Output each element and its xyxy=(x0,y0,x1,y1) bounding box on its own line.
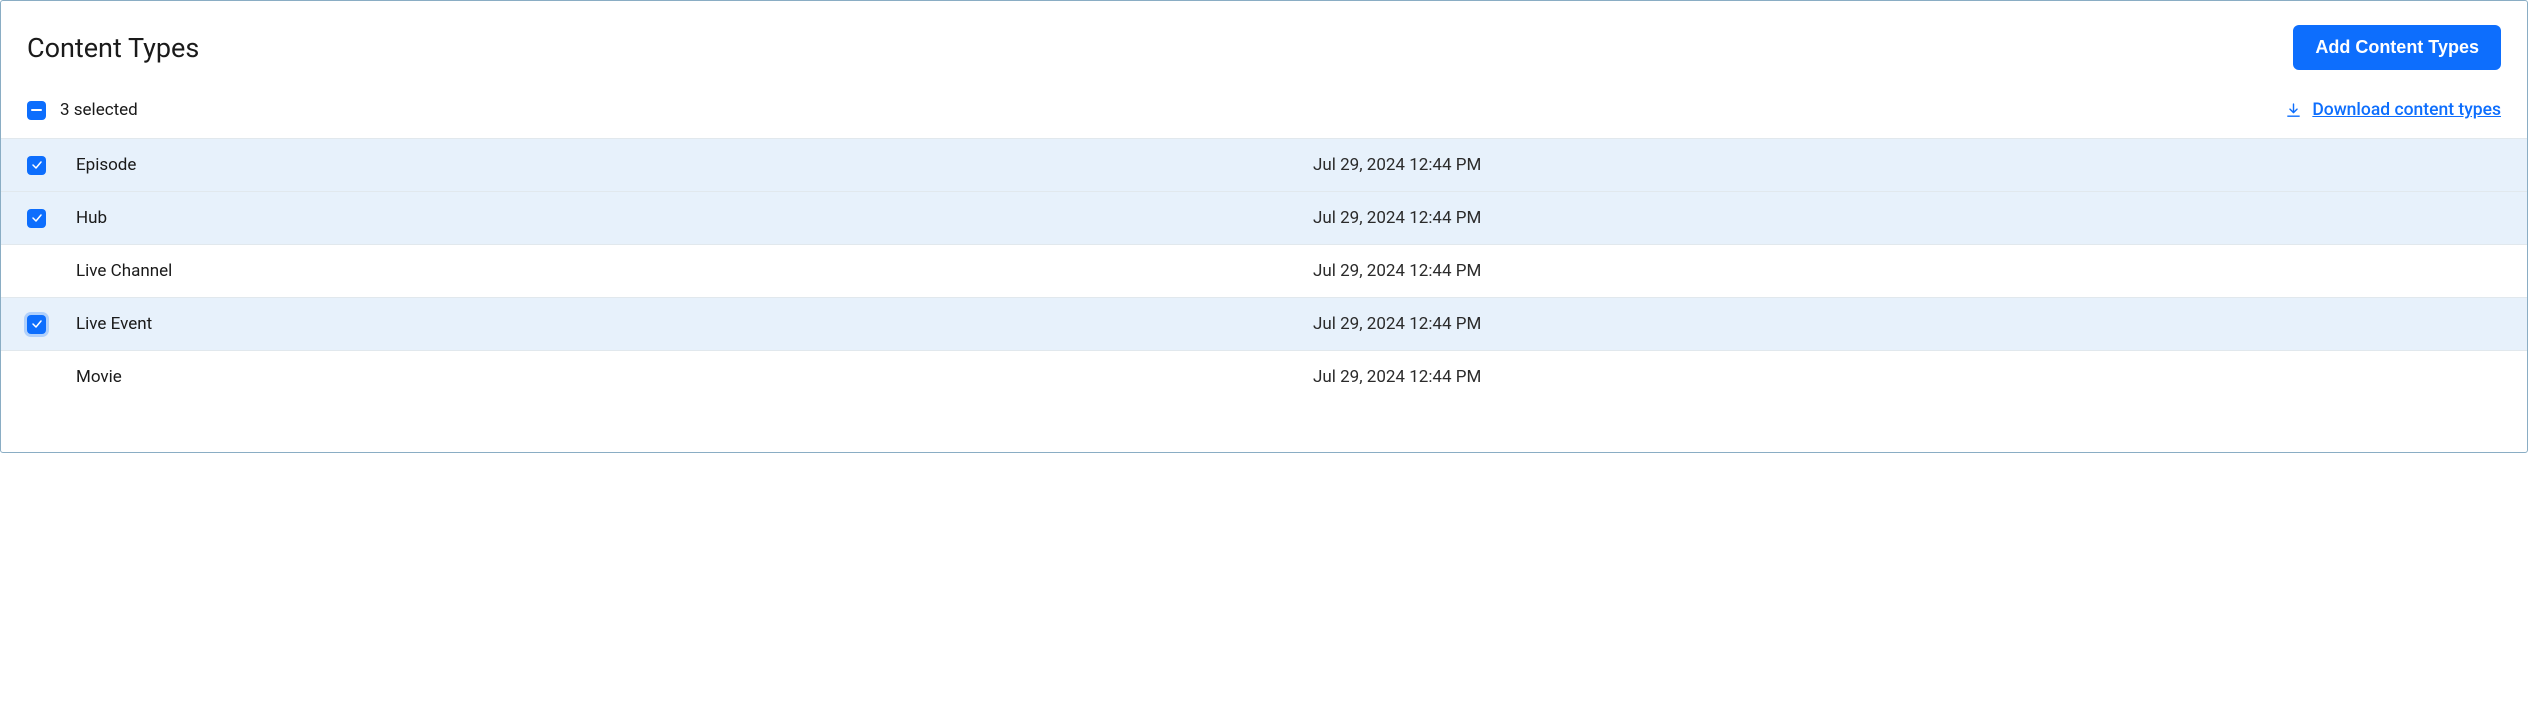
select-all-checkbox[interactable] xyxy=(27,101,46,120)
toolbar: 3 selected Download content types xyxy=(27,90,2501,138)
download-content-types-link[interactable]: Download content types xyxy=(2285,100,2501,120)
row-checkbox[interactable] xyxy=(27,156,46,175)
minus-icon xyxy=(31,109,42,112)
row-checkbox[interactable] xyxy=(27,209,46,228)
page-title: Content Types xyxy=(27,32,199,64)
check-icon xyxy=(31,212,43,224)
row-date: Jul 29, 2024 12:44 PM xyxy=(1313,155,1481,175)
table-row[interactable]: MovieJul 29, 2024 12:44 PM xyxy=(1,350,2527,403)
table-row[interactable]: EpisodeJul 29, 2024 12:44 PM xyxy=(1,138,2527,191)
row-date: Jul 29, 2024 12:44 PM xyxy=(1313,208,1481,228)
content-types-list: EpisodeJul 29, 2024 12:44 PMHubJul 29, 2… xyxy=(1,138,2527,403)
toolbar-left: 3 selected xyxy=(27,100,138,120)
download-icon xyxy=(2285,102,2302,119)
row-checkbox[interactable] xyxy=(27,315,46,334)
check-icon xyxy=(31,318,43,330)
row-date: Jul 29, 2024 12:44 PM xyxy=(1313,367,1481,387)
row-name: Live Channel xyxy=(76,261,1313,281)
header: Content Types Add Content Types xyxy=(27,25,2501,70)
table-row[interactable]: Live ChannelJul 29, 2024 12:44 PM xyxy=(1,244,2527,297)
add-content-types-button[interactable]: Add Content Types xyxy=(2293,25,2501,70)
table-row[interactable]: Live EventJul 29, 2024 12:44 PM xyxy=(1,297,2527,350)
table-row[interactable]: HubJul 29, 2024 12:44 PM xyxy=(1,191,2527,244)
row-date: Jul 29, 2024 12:44 PM xyxy=(1313,314,1481,334)
row-name: Hub xyxy=(76,208,1313,228)
selected-count: 3 selected xyxy=(60,100,138,120)
content-types-panel: Content Types Add Content Types 3 select… xyxy=(0,0,2528,453)
row-name: Episode xyxy=(76,155,1313,175)
row-name: Live Event xyxy=(76,314,1313,334)
row-date: Jul 29, 2024 12:44 PM xyxy=(1313,261,1481,281)
row-name: Movie xyxy=(76,367,1313,387)
check-icon xyxy=(31,159,43,171)
download-link-label: Download content types xyxy=(2312,100,2501,120)
